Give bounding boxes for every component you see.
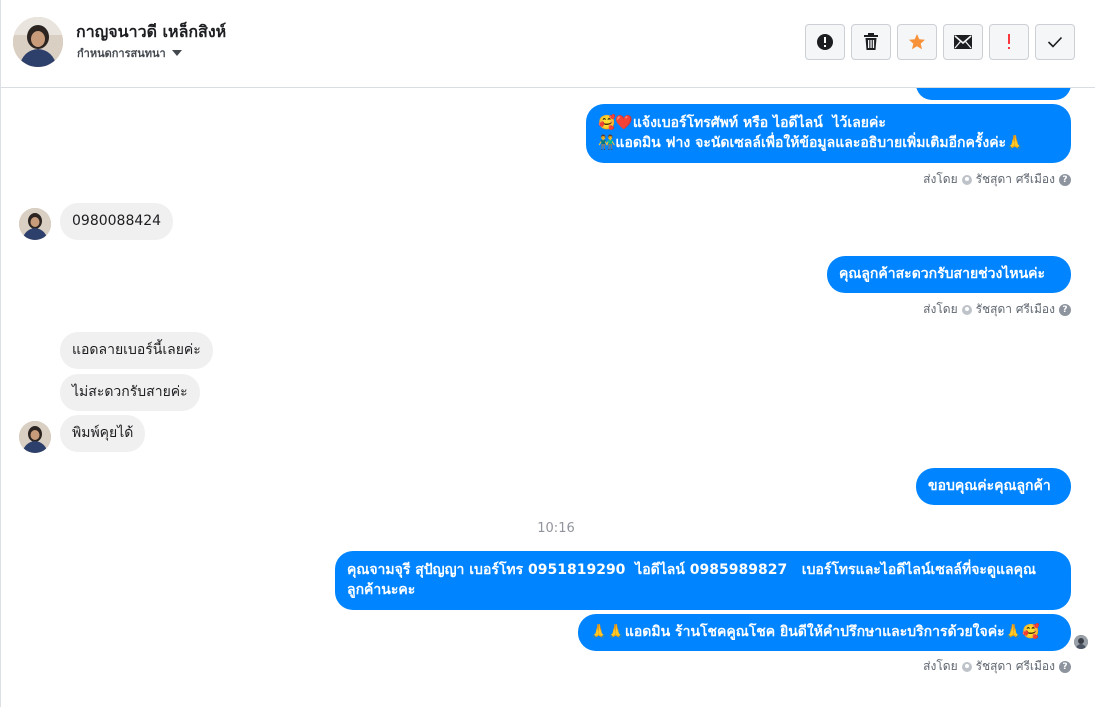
sent-by-label: ส่งโดย รัชสุดา ศรีเมือง ? xyxy=(923,300,1071,319)
contact-name: กาญจนาวดี เหล็กสิงห์ xyxy=(76,22,227,41)
sent-by-label: ส่งโดย รัชสุดา ศรีเมือง ? xyxy=(923,657,1071,676)
exclamation-icon xyxy=(1008,34,1010,49)
message-bubble-out: 🙏🙏แอดมิน ร้านโชคคูณโชค ยินดีให้คำปรึกษาแ… xyxy=(578,614,1071,651)
seen-by-avatar xyxy=(1074,635,1088,649)
agent-badge-icon xyxy=(961,174,972,185)
sent-by-prefix: ส่งโดย xyxy=(923,302,958,316)
action-toolbar xyxy=(805,24,1075,60)
contact-avatar[interactable] xyxy=(13,17,63,67)
message-bubble-out: 🥰❤️แจ้งเบอร์โทรศัพท์ หรือ ไอดีไลน์ ไว้เล… xyxy=(586,104,1071,163)
alert-circle-icon xyxy=(817,34,833,50)
help-icon[interactable]: ? xyxy=(1059,173,1071,186)
message-bubble-out: คุณลูกค้าสะดวกรับสายช่วงไหนค่ะ xyxy=(827,256,1071,293)
message-bubble-in: แอดลายเบอร์นี้เลยค่ะ xyxy=(60,332,213,369)
sent-by-name: รัชสุดา ศรีเมือง xyxy=(975,172,1055,186)
envelope-icon xyxy=(954,35,972,49)
message-timestamp: 10:16 xyxy=(537,521,575,536)
star-button[interactable] xyxy=(897,24,937,60)
trash-icon xyxy=(864,33,878,50)
sent-by-name: รัชสุดา ศรีเมือง xyxy=(975,659,1055,673)
schedule-label: กำหนดการสนทนา xyxy=(77,47,166,60)
delete-button[interactable] xyxy=(851,24,891,60)
help-icon[interactable]: ? xyxy=(1059,660,1071,673)
contact-avatar-small xyxy=(19,421,51,453)
follow-up-button[interactable] xyxy=(989,24,1029,60)
help-icon[interactable]: ? xyxy=(1059,303,1071,316)
message-bubble-out-clipped xyxy=(916,88,1071,100)
agent-badge-icon xyxy=(961,304,972,315)
mark-done-button[interactable] xyxy=(1035,24,1075,60)
sent-by-name: รัชสุดา ศรีเมือง xyxy=(975,302,1055,316)
message-bubble-out: คุณจามจุรี สุปัญญา เบอร์โทร 0951819290 ไ… xyxy=(335,551,1071,610)
checkmark-icon xyxy=(1047,36,1063,48)
caret-down-icon xyxy=(171,50,182,56)
mark-spam-button[interactable] xyxy=(805,24,845,60)
conversation-schedule-dropdown[interactable]: กำหนดการสนทนา xyxy=(77,44,182,62)
message-bubble-out: ขอบคุณค่ะคุณลูกค้า xyxy=(916,468,1071,505)
message-bubble-in: ไม่สะดวกรับสายค่ะ xyxy=(60,374,200,411)
sent-by-prefix: ส่งโดย xyxy=(923,172,958,186)
conversation-header: กาญจนาวดี เหล็กสิงห์ กำหนดการสนทนา xyxy=(1,0,1095,88)
message-thread[interactable]: 🥰❤️แจ้งเบอร์โทรศัพท์ หรือ ไอดีไลน์ ไว้เล… xyxy=(1,88,1095,707)
message-bubble-in: พิมพ์คุยได้ xyxy=(60,415,146,452)
sent-by-label: ส่งโดย รัชสุดา ศรีเมือง ? xyxy=(923,170,1071,189)
agent-badge-icon xyxy=(961,661,972,672)
mark-unread-button[interactable] xyxy=(943,24,983,60)
sent-by-prefix: ส่งโดย xyxy=(923,659,958,673)
message-bubble-in: 0980088424 xyxy=(60,203,174,240)
star-icon xyxy=(909,34,925,50)
contact-avatar-small xyxy=(19,208,51,240)
